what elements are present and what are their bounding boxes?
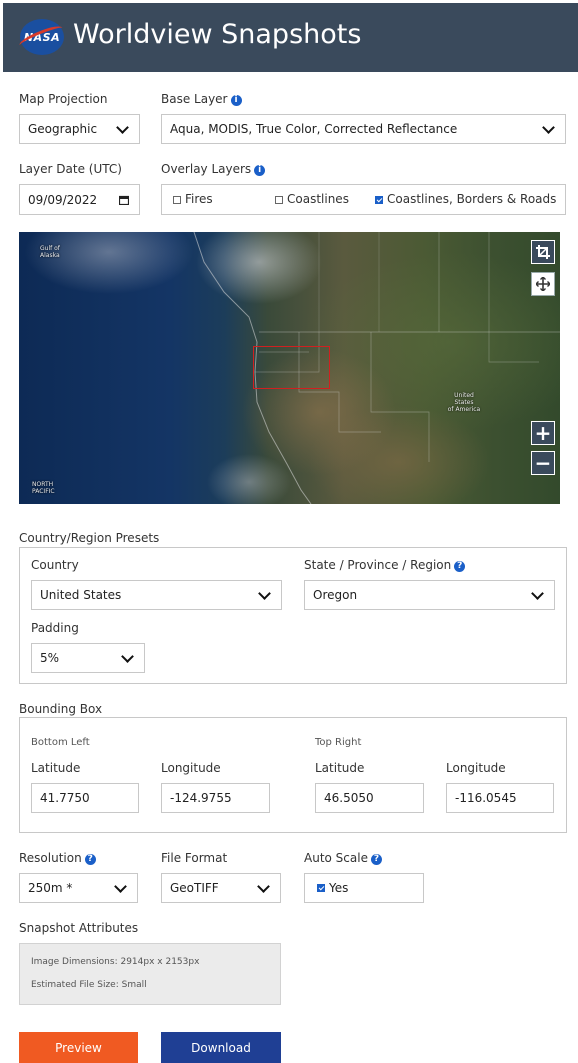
- tr-longitude-label: Longitude: [446, 761, 506, 775]
- region-label: State / Province / Region: [304, 558, 452, 572]
- resolution-label-row: Resolution?: [19, 851, 96, 865]
- file-size-line: Estimated File Size: Small: [31, 980, 147, 990]
- base-layer-select[interactable]: Aqua, MODIS, True Color, Corrected Refle…: [161, 114, 566, 144]
- chevron-down-icon: [257, 879, 270, 893]
- snapshot-attributes-panel: [19, 943, 281, 1005]
- overlay-fires-checkbox[interactable]: Fires: [173, 192, 213, 206]
- tr-latitude-value: 46.5050: [324, 791, 374, 805]
- help-circle-icon[interactable]: ?: [370, 854, 382, 865]
- bounding-box-panel: [19, 717, 567, 833]
- nasa-logo: NASA: [17, 19, 65, 55]
- bounding-box-title: Bounding Box: [19, 702, 103, 716]
- chevron-down-icon: [542, 120, 555, 134]
- base-layer-value: Aqua, MODIS, True Color, Corrected Refle…: [170, 122, 458, 136]
- image-dimensions-label: Image Dimensions:: [31, 957, 118, 967]
- calendar-icon[interactable]: [119, 195, 129, 205]
- padding-label: Padding: [31, 621, 79, 635]
- tr-latitude-label: Latitude: [315, 761, 365, 775]
- chevron-down-icon: [121, 649, 134, 663]
- chevron-down-icon: [114, 879, 127, 893]
- base-layer-label: Base Layer: [161, 92, 228, 106]
- bl-latitude-input[interactable]: 41.7750: [31, 783, 139, 813]
- country-label: Country: [31, 558, 79, 572]
- padding-select[interactable]: 5%: [31, 643, 145, 673]
- file-size-value: Small: [121, 980, 147, 990]
- overlay-borders-roads-checkbox[interactable]: Coastlines, Borders & Roads: [375, 192, 556, 206]
- info-circle-icon[interactable]: i: [230, 95, 242, 106]
- resolution-label: Resolution: [19, 851, 82, 865]
- file-format-value: GeoTIFF: [170, 881, 219, 895]
- resolution-value: 250m *: [28, 881, 73, 895]
- overlay-layers-label-row: Overlay Layers i: [161, 162, 266, 176]
- layer-date-input[interactable]: 09/09/2022: [19, 184, 140, 215]
- bl-latitude-value: 41.7750: [40, 791, 90, 805]
- map-label-north-pacific: NORTH PACIFIC: [32, 481, 55, 495]
- page-title: Worldview Snapshots: [73, 19, 362, 50]
- chevron-down-icon: [258, 586, 271, 600]
- checkbox-checked-icon[interactable]: [317, 884, 325, 892]
- file-size-label: Estimated File Size:: [31, 980, 119, 990]
- country-select[interactable]: United States: [31, 580, 282, 610]
- checkbox-unchecked-icon[interactable]: [173, 196, 181, 204]
- preview-button[interactable]: Preview: [19, 1032, 138, 1063]
- bottom-left-label: Bottom Left: [31, 737, 90, 748]
- auto-scale-value: Yes: [329, 881, 349, 895]
- overlay-coastlines-checkbox[interactable]: Coastlines: [275, 192, 349, 206]
- bl-latitude-label: Latitude: [31, 761, 81, 775]
- base-layer-label-row: Base Layer i: [161, 92, 242, 106]
- overlay-borders-roads-label: Coastlines, Borders & Roads: [387, 192, 557, 206]
- bl-longitude-value: -124.9755: [170, 791, 232, 805]
- map-label-gulf: Gulf of Alaska: [40, 245, 60, 259]
- layer-date-value: 09/09/2022: [28, 192, 98, 207]
- auto-scale-label-row: Auto Scale?: [304, 851, 382, 865]
- chevron-down-icon: [531, 586, 544, 600]
- chevron-down-icon: [116, 120, 129, 134]
- zoom-out-button[interactable]: −: [531, 451, 555, 475]
- tr-longitude-input[interactable]: -116.0545: [446, 783, 554, 813]
- help-circle-icon[interactable]: ?: [84, 854, 96, 865]
- map-label-united-states: United States of America: [447, 392, 481, 413]
- top-right-label: Top Right: [315, 737, 362, 748]
- checkbox-unchecked-icon[interactable]: [275, 196, 283, 204]
- image-dimensions-line: Image Dimensions: 2914px x 2153px: [31, 957, 199, 967]
- move-icon: [536, 277, 550, 291]
- bl-longitude-input[interactable]: -124.9755: [161, 783, 270, 813]
- country-value: United States: [40, 588, 122, 602]
- map-projection-value: Geographic: [28, 122, 98, 136]
- pan-button[interactable]: [531, 272, 555, 296]
- region-select[interactable]: Oregon: [304, 580, 555, 610]
- download-button[interactable]: Download: [161, 1032, 281, 1063]
- auto-scale-checkbox[interactable]: Yes: [304, 873, 424, 903]
- layer-date-label: Layer Date (UTC): [19, 162, 122, 176]
- zoom-in-button[interactable]: +: [531, 421, 555, 445]
- map-projection-select[interactable]: Geographic: [19, 114, 140, 144]
- map-projection-label: Map Projection: [19, 92, 108, 106]
- crop-icon: [536, 245, 550, 259]
- checkbox-checked-icon[interactable]: [375, 196, 383, 204]
- crop-button[interactable]: [531, 240, 555, 264]
- image-dimensions-value: 2914px x 2153px: [120, 957, 200, 967]
- overlay-layers-label: Overlay Layers: [161, 162, 252, 176]
- tr-latitude-input[interactable]: 46.5050: [315, 783, 424, 813]
- info-circle-icon[interactable]: i: [254, 165, 266, 176]
- snapshot-attributes-title: Snapshot Attributes: [19, 921, 139, 935]
- presets-title: Country/Region Presets: [19, 531, 160, 545]
- overlay-fires-label: Fires: [185, 192, 213, 206]
- resolution-select[interactable]: 250m *: [19, 873, 138, 903]
- help-circle-icon[interactable]: ?: [454, 561, 466, 572]
- region-value: Oregon: [313, 588, 358, 602]
- padding-value: 5%: [40, 651, 60, 665]
- file-format-select[interactable]: GeoTIFF: [161, 873, 281, 903]
- region-label-row: State / Province / Region?: [304, 558, 466, 572]
- file-format-label: File Format: [161, 851, 228, 865]
- auto-scale-label: Auto Scale: [304, 851, 368, 865]
- overlay-coastlines-label: Coastlines: [287, 192, 349, 206]
- tr-longitude-value: -116.0545: [455, 791, 517, 805]
- snapshot-bounding-box[interactable]: [253, 346, 330, 389]
- bl-longitude-label: Longitude: [161, 761, 221, 775]
